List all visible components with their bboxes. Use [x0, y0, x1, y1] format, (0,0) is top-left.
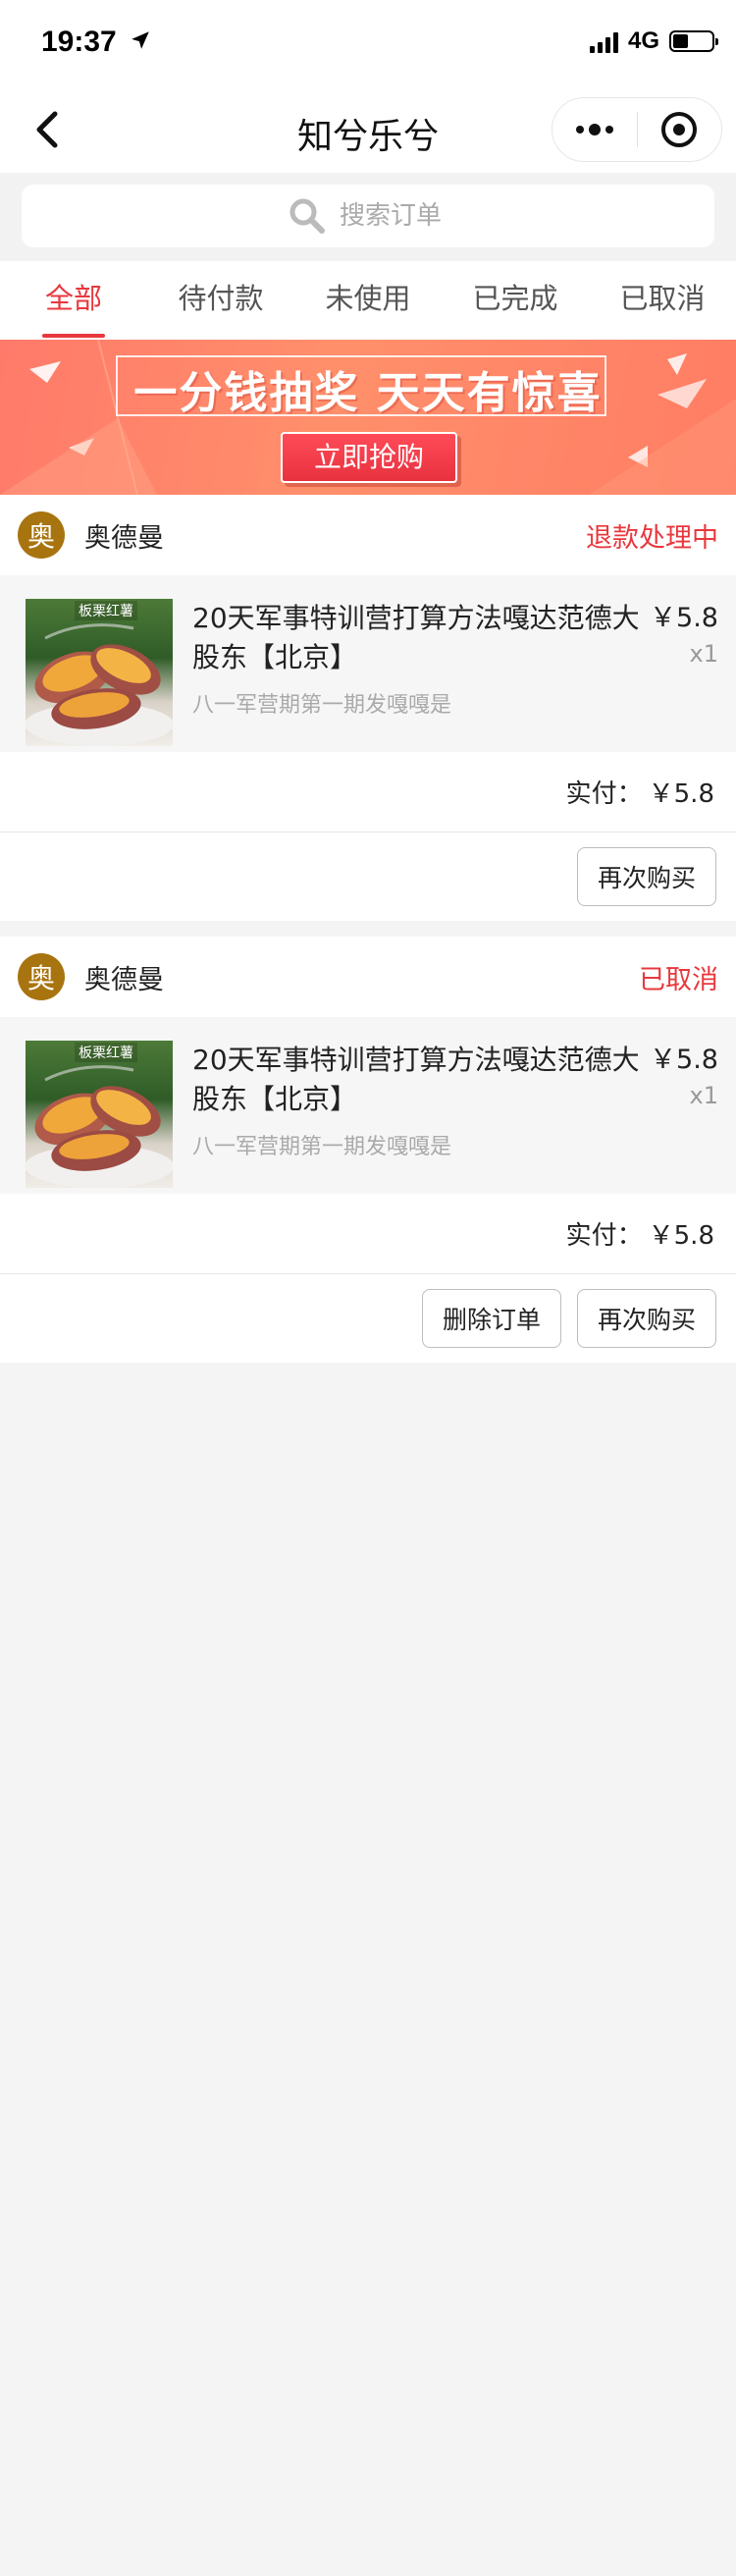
item-spec: 八一军营期第一期发嘎嘎是 [192, 1135, 452, 1159]
status-indicators: 4G [589, 27, 718, 55]
tab-all[interactable]: 全部 [0, 261, 147, 340]
item-price-column: ￥5.8 x1 [644, 1041, 718, 1194]
tab-unused[interactable]: 未使用 [294, 261, 442, 340]
order-tabs: 全部 待付款 未使用 已完成 已取消 [0, 261, 736, 340]
search-box[interactable] [22, 185, 714, 247]
nav-bar: 知兮乐兮 [0, 86, 736, 173]
banner-title: 一分钱抽奖 天天有惊喜 [133, 368, 603, 418]
search-icon [289, 198, 325, 234]
network-type: 4G [627, 27, 659, 54]
product-thumbnail: 板栗红薯 [26, 1041, 173, 1188]
order-paid-row: 实付： ￥5.8 [0, 1194, 736, 1274]
tab-completed[interactable]: 已完成 [442, 261, 589, 340]
item-title: 20天军事特训营打算方法嘎达范德大股东【北京】 [192, 602, 640, 673]
shop-name: 奥德曼 [84, 964, 164, 995]
shop-avatar: 奥 [18, 953, 65, 1000]
more-dots-icon[interactable] [552, 98, 637, 161]
order-header[interactable]: 奥 奥德曼 退款处理中 [0, 495, 736, 575]
item-quantity: x1 [689, 1082, 718, 1109]
paid-amount: ￥5.8 [648, 779, 714, 809]
sweet-potato-image [26, 1065, 173, 1188]
order-card: 奥 奥德曼 退款处理中 板栗红薯 20天军事特训营打算方法嘎达范德大股东【北京】… [0, 495, 736, 921]
target-icon[interactable] [638, 98, 722, 161]
delete-order-button[interactable]: 删除订单 [421, 1289, 561, 1348]
order-item[interactable]: 板栗红薯 20天军事特训营打算方法嘎达范德大股东【北京】 八一军营期第一期发嘎嘎… [0, 1017, 736, 1194]
status-bar: 19:37 4G [0, 0, 736, 86]
item-price-column: ￥5.8 x1 [644, 599, 718, 752]
order-item[interactable]: 板栗红薯 20天军事特训营打算方法嘎达范德大股东【北京】 八一军营期第一期发嘎嘎… [0, 575, 736, 752]
thumbnail-label: 板栗红薯 [75, 1043, 137, 1062]
item-price: ￥5.8 [650, 603, 718, 633]
item-spec: 八一军营期第一期发嘎嘎是 [192, 693, 452, 718]
shop-name: 奥德曼 [84, 522, 164, 554]
item-quantity: x1 [689, 640, 718, 668]
sweet-potato-image [26, 623, 173, 746]
paid-label: 实付： [565, 779, 643, 809]
battery-icon [669, 30, 718, 52]
mini-program-capsule [552, 97, 722, 162]
product-thumbnail: 板栗红薯 [26, 599, 173, 746]
order-actions: 删除订单 再次购买 [0, 1274, 736, 1363]
order-header[interactable]: 奥 奥德曼 已取消 [0, 937, 736, 1017]
banner-buy-button[interactable]: 立即抢购 [281, 432, 457, 483]
order-actions: 再次购买 [0, 832, 736, 921]
search-input[interactable] [340, 201, 447, 231]
item-price: ￥5.8 [650, 1045, 718, 1075]
status-time: 19:37 [41, 26, 117, 58]
promo-banner[interactable]: 一分钱抽奖 天天有惊喜 立即抢购 [0, 340, 736, 495]
paid-label: 实付： [565, 1221, 643, 1251]
item-info: 20天军事特训营打算方法嘎达范德大股东【北京】 八一军营期第一期发嘎嘎是 [192, 1041, 644, 1194]
thumbnail-label: 板栗红薯 [75, 601, 137, 620]
item-info: 20天军事特训营打算方法嘎达范德大股东【北京】 八一军营期第一期发嘎嘎是 [192, 599, 644, 752]
tab-pending-payment[interactable]: 待付款 [147, 261, 294, 340]
paid-amount: ￥5.8 [648, 1221, 714, 1251]
location-arrow-icon [131, 31, 149, 49]
search-bar [0, 173, 736, 261]
order-card: 奥 奥德曼 已取消 板栗红薯 20天军事特训营打算方法嘎达范德大股东【北京】 八… [0, 937, 736, 1363]
tab-cancelled[interactable]: 已取消 [589, 261, 736, 340]
signal-icon [589, 29, 618, 53]
rebuy-button[interactable]: 再次购买 [576, 1289, 716, 1348]
rebuy-button[interactable]: 再次购买 [576, 847, 716, 906]
order-status: 已取消 [639, 964, 718, 995]
order-status: 退款处理中 [586, 522, 718, 554]
shop-avatar: 奥 [18, 511, 65, 559]
order-paid-row: 实付： ￥5.8 [0, 752, 736, 832]
item-title: 20天军事特训营打算方法嘎达范德大股东【北京】 [192, 1044, 640, 1115]
